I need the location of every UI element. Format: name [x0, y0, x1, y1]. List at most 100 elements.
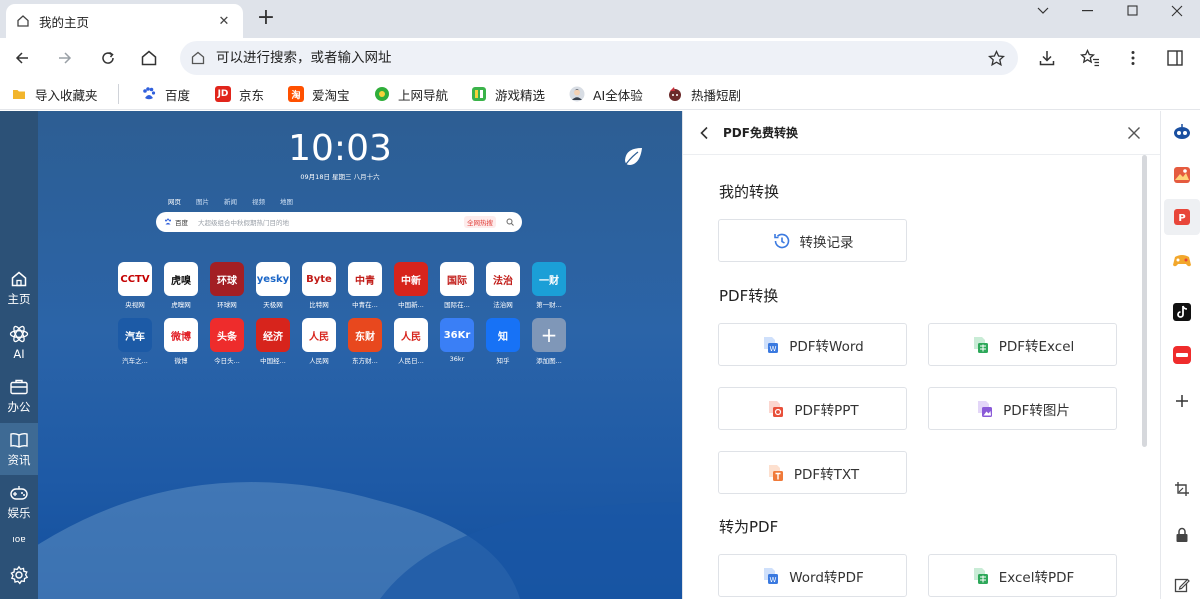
- quick-site-tile[interactable]: 法治 法治网: [482, 262, 524, 309]
- pdf-to-word-button[interactable]: W PDF转Word: [718, 323, 907, 366]
- panel-scrollbar[interactable]: [1142, 155, 1147, 447]
- quick-site-tile[interactable]: 虎嗅 虎嗅网: [160, 262, 202, 309]
- edit-icon[interactable]: [1164, 567, 1200, 599]
- bookmark-taobao[interactable]: 淘 爱淘宝: [288, 84, 350, 104]
- quick-site-tile[interactable]: 人民 人民日...: [390, 318, 432, 365]
- search-tab[interactable]: 新闻: [224, 196, 237, 208]
- close-icon[interactable]: [1127, 126, 1147, 140]
- chevron-down-icon[interactable]: [1020, 0, 1066, 22]
- quick-site-tile[interactable]: 知知乎: [482, 318, 524, 365]
- add-site-icon: +: [532, 318, 566, 352]
- quick-site-tile[interactable]: 汽车 汽车之...: [114, 318, 156, 365]
- bookmark-label: 游戏精选: [495, 87, 546, 103]
- search-box[interactable]: 百度 大超级组合中秋假期热门目的地 全网热搜: [156, 212, 522, 232]
- leftbar-item-office[interactable]: 办公: [0, 370, 38, 422]
- image-app-icon[interactable]: [1164, 157, 1200, 193]
- section-title-pdf-convert: PDF转换: [719, 287, 779, 305]
- site-label: 天极网: [263, 301, 283, 309]
- drama-icon: [667, 86, 683, 102]
- excel-to-pdf-button[interactable]: Excel转PDF: [928, 554, 1117, 597]
- crop-icon[interactable]: [1164, 471, 1200, 507]
- address-input[interactable]: [216, 50, 976, 66]
- leftbar-item-ai[interactable]: AI: [0, 316, 38, 368]
- minimize-button[interactable]: [1065, 0, 1111, 22]
- pdf-to-ppt-button[interactable]: PDF转PPT: [718, 387, 907, 430]
- pdf-to-txt-button[interactable]: PDF转TXT: [718, 451, 907, 494]
- quick-site-tile[interactable]: Byte 比特网: [298, 262, 340, 309]
- leftbar-item-extra[interactable]: ıoɐ: [0, 530, 38, 550]
- quick-site-tile[interactable]: 环球 环球网: [206, 262, 248, 309]
- search-tab[interactable]: 视频: [252, 196, 265, 208]
- bookmark-baidu[interactable]: 百度: [141, 84, 190, 104]
- site-logo-icon: 人民: [394, 318, 428, 352]
- reload-button[interactable]: [93, 43, 123, 73]
- search-tab[interactable]: 地图: [280, 196, 293, 208]
- forward-button[interactable]: [50, 43, 80, 73]
- site-logo-icon: 虎嗅: [164, 262, 198, 296]
- pdf-app-icon[interactable]: P: [1164, 199, 1200, 235]
- star-icon[interactable]: [981, 43, 1011, 73]
- bookmark-import[interactable]: 导入收藏夹: [11, 84, 98, 104]
- bookmark-ai[interactable]: AI全体验: [569, 84, 643, 104]
- back-button[interactable]: [7, 43, 37, 73]
- bookmark-label: 京东: [239, 87, 265, 103]
- quick-site-tile[interactable]: 一财 第一财...: [528, 262, 570, 309]
- quick-site-tile[interactable]: 头条 今日头...: [206, 318, 248, 365]
- quick-site-tile[interactable]: 国际 国际在...: [436, 262, 478, 309]
- window-close-button[interactable]: [1154, 0, 1200, 22]
- search-icon[interactable]: [506, 218, 514, 226]
- address-bar[interactable]: [180, 41, 1018, 75]
- search-engine-select[interactable]: 百度: [164, 217, 188, 227]
- sidebar-toggle-icon[interactable]: [1160, 43, 1190, 73]
- tiktok-icon[interactable]: [1164, 294, 1200, 330]
- word-to-pdf-button[interactable]: W Word转PDF: [718, 554, 907, 597]
- download-icon[interactable]: [1032, 43, 1062, 73]
- search-tab[interactable]: 网页: [168, 196, 181, 208]
- leftbar-item-entertainment[interactable]: 娱乐: [0, 476, 38, 528]
- quick-site-tile[interactable]: 微博 微博: [160, 318, 202, 365]
- game-controller-icon[interactable]: [1164, 243, 1200, 279]
- leaf-icon[interactable]: [622, 146, 644, 172]
- plus-icon[interactable]: [1164, 383, 1200, 419]
- conversion-history-button[interactable]: 转换记录: [718, 219, 907, 262]
- menu-dots-icon[interactable]: [1118, 43, 1148, 73]
- robot-icon[interactable]: [1164, 114, 1200, 150]
- site-label: 东方财...: [352, 357, 378, 365]
- quick-site-tile[interactable]: 经济 中国经...: [252, 318, 294, 365]
- site-logo-icon: 环球: [210, 262, 244, 296]
- quick-site-tile[interactable]: 人民 人民网: [298, 318, 340, 365]
- quick-site-tile[interactable]: 东财 东方财...: [344, 318, 386, 365]
- button-label: Excel转PDF: [998, 569, 1075, 586]
- maximize-button[interactable]: [1110, 0, 1156, 22]
- section-title-mine: 我的转换: [719, 183, 780, 201]
- quick-site-tile[interactable]: + 添加图...: [528, 318, 570, 365]
- leftbar-item-home[interactable]: 主页: [0, 262, 38, 314]
- pdf-to-excel-button[interactable]: PDF转Excel: [928, 323, 1117, 366]
- bookmark-drama[interactable]: 热播短剧: [667, 84, 741, 104]
- quick-site-tile[interactable]: 36Kr 36kr: [436, 318, 478, 364]
- bookmark-nav[interactable]: 上网导航: [374, 84, 448, 104]
- bookmark-jd[interactable]: JD 京东: [215, 84, 264, 104]
- lock-icon[interactable]: [1164, 517, 1200, 553]
- quick-site-tile[interactable]: yesky 天极网: [252, 262, 294, 309]
- short-drama-icon[interactable]: [1164, 337, 1200, 373]
- quick-site-tile[interactable]: CCTV 央视网: [114, 262, 156, 309]
- close-icon[interactable]: ✕: [215, 14, 233, 29]
- quick-site-tile[interactable]: 中新 中国新...: [390, 262, 432, 309]
- tab-my-home[interactable]: 我的主页 ✕: [6, 4, 243, 38]
- settings-button[interactable]: [0, 556, 38, 596]
- quick-site-tile[interactable]: 中青 中青在...: [344, 262, 386, 309]
- bookmark-games[interactable]: 游戏精选: [471, 84, 545, 104]
- pdf-to-image-button[interactable]: PDF转图片: [928, 387, 1117, 430]
- home-button[interactable]: [134, 43, 164, 73]
- leftbar-label: AI: [13, 346, 25, 361]
- favorites-icon[interactable]: [1075, 43, 1105, 73]
- leftbar-home[interactable]: [0, 139, 38, 191]
- section-title-to-pdf: 转为PDF: [719, 518, 779, 536]
- hot-search-badge[interactable]: 全网热搜: [464, 216, 496, 228]
- back-chevron-icon[interactable]: [699, 126, 715, 140]
- search-tabs: 网页 图片 新闻 视频 地图: [168, 196, 293, 208]
- new-tab-button[interactable]: +: [254, 7, 278, 31]
- search-tab[interactable]: 图片: [196, 196, 209, 208]
- leftbar-item-news[interactable]: 资讯: [0, 423, 38, 475]
